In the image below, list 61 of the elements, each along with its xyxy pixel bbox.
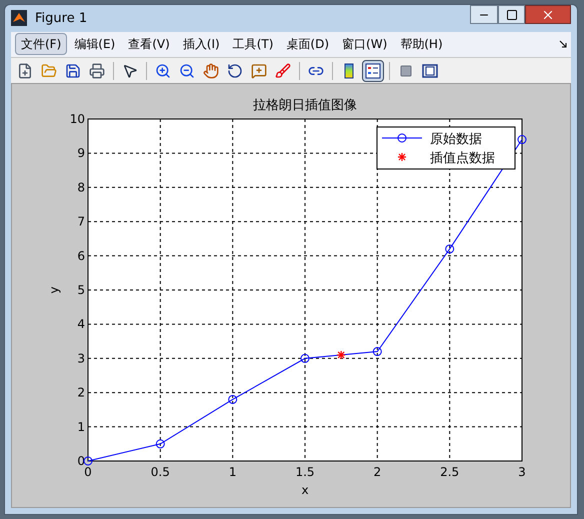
zoom-out-icon (179, 62, 195, 79)
legend-star-marker (397, 152, 407, 162)
rotate-icon (227, 62, 243, 79)
x-tick-label: 2.5 (440, 465, 460, 480)
y-axis-label: y (47, 286, 61, 294)
save-icon (65, 62, 81, 79)
data-point (300, 354, 310, 363)
y-tick-label: 8 (77, 180, 85, 194)
x-axis-label: x (301, 483, 309, 498)
x-tick-label: 2 (374, 465, 382, 480)
hand-icon (203, 62, 219, 79)
data-point (156, 439, 165, 448)
menu-item[interactable]: 文件(F) (15, 33, 68, 56)
square-icon (398, 62, 414, 79)
printer-icon (89, 62, 105, 79)
toolbar-button[interactable] (362, 60, 384, 82)
menu-item[interactable]: 窗口(W) (336, 33, 394, 56)
x-tick-label: 0.5 (150, 465, 170, 480)
legend-icon (365, 62, 381, 79)
y-tick-label: 10 (70, 112, 85, 126)
corner-arrow-icon (559, 40, 567, 48)
y-tick-label: 4 (77, 317, 85, 332)
data-point (84, 456, 92, 466)
y-tick-label: 6 (77, 248, 85, 263)
app-logo-icon (11, 10, 27, 26)
menu-item[interactable]: 工具(T) (226, 33, 280, 56)
menu-item[interactable]: 插入(I) (176, 33, 226, 56)
x-tick-label: 1.5 (295, 465, 315, 480)
y-tick-label: 3 (77, 351, 85, 366)
y-tick-label: 5 (77, 283, 85, 298)
y-tick-label: 0 (77, 454, 85, 468)
data-point (372, 347, 382, 356)
x-tick-label: 1 (228, 465, 236, 480)
y-tick-label: 9 (77, 146, 85, 160)
menu-item[interactable]: 帮助(H) (394, 33, 449, 56)
menu-item[interactable]: 编辑(E) (68, 33, 122, 56)
window-title: Figure 1 (35, 10, 88, 28)
zoom-in-icon (155, 62, 171, 79)
x-tick-label: 3 (518, 465, 526, 480)
new-file-icon (17, 62, 33, 79)
menu-item[interactable]: 查看(V) (122, 33, 176, 56)
maximize-button[interactable] (498, 5, 525, 24)
chart-title: 拉格朗日插值图像 (253, 98, 357, 114)
close-button[interactable] (525, 5, 571, 24)
folder-icon (41, 62, 57, 79)
y-tick-label: 1 (77, 420, 85, 434)
data-point (518, 135, 526, 144)
data-cursor-icon (251, 62, 267, 79)
data-point (228, 394, 238, 404)
maximize-icon (506, 8, 518, 20)
x-tick-label: 0 (84, 465, 92, 480)
menu-item[interactable]: 桌面(D) (280, 33, 336, 56)
pointer-icon (122, 62, 138, 79)
legend-label: 插值点数据 (430, 151, 495, 166)
y-tick-label: 7 (77, 214, 85, 229)
brush-icon (275, 62, 291, 79)
y-tick-label: 2 (77, 386, 85, 400)
legend-label: 原始数据 (430, 132, 482, 148)
data-point (445, 244, 454, 254)
interpolated-point (336, 350, 346, 360)
window-frame-icon (422, 62, 438, 79)
